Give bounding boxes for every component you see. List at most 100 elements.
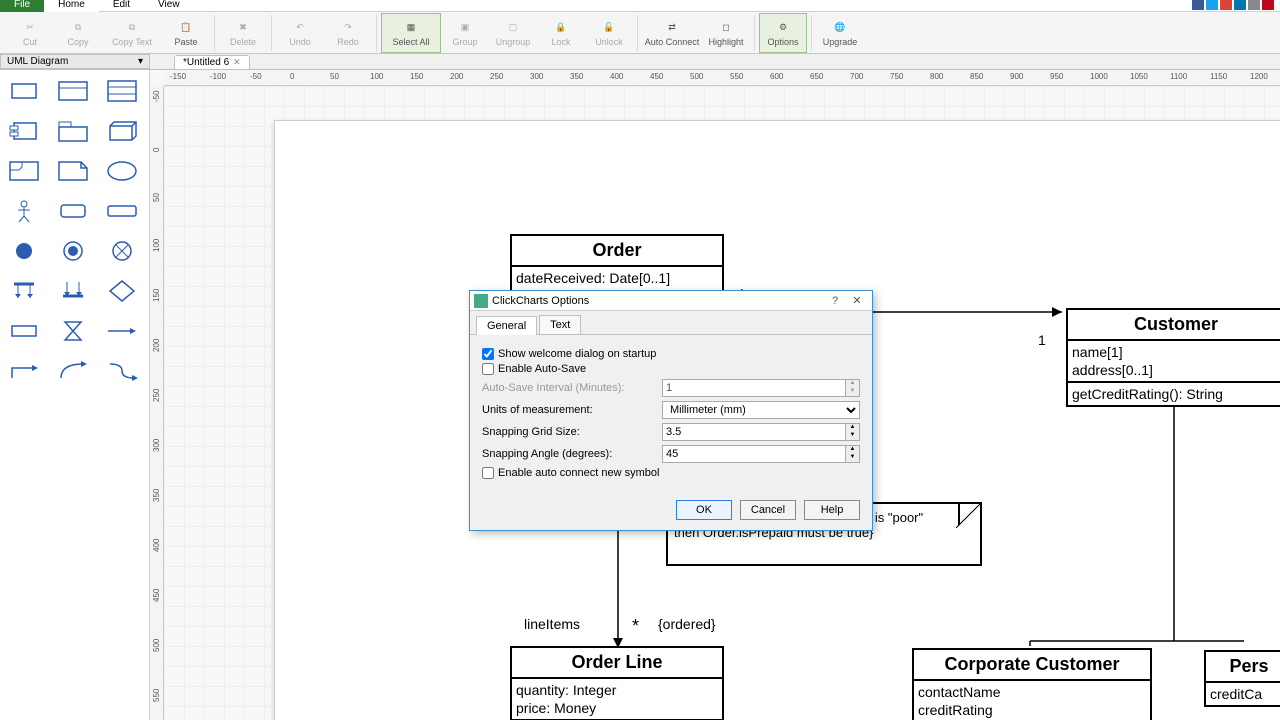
ribbon: ✂Cut ⧉Copy ⧉Copy Text 📋Paste ✖Delete ↶Un… — [0, 12, 1280, 54]
close-tab-icon[interactable]: ✕ — [233, 57, 241, 68]
uml-class-corporate[interactable]: Corporate Customer contactName creditRat… — [912, 648, 1152, 720]
ruler-vertical: -50050100150200250300350400450500550 — [150, 86, 164, 720]
highlight-button[interactable]: ◻Highlight — [702, 13, 750, 53]
copytext-icon: ⧉ — [123, 18, 141, 36]
shape-activity[interactable] — [4, 316, 44, 346]
document-tabs-row: UML Diagram ▾ *Untitled 6 ✕ — [0, 54, 1280, 70]
shape-component[interactable] — [4, 116, 44, 146]
multiplicity-one: 1 — [1038, 332, 1046, 348]
select-all-button[interactable]: ▦Select All — [381, 13, 441, 53]
help-icon[interactable]: ? — [824, 295, 846, 307]
upgrade-button[interactable]: 🌐Upgrade — [816, 13, 864, 53]
role-lineitems: lineItems — [524, 616, 580, 632]
copy-text-button[interactable]: ⧉Copy Text — [102, 13, 162, 53]
cut-icon: ✂ — [21, 18, 39, 36]
pinterest-icon[interactable] — [1262, 0, 1274, 10]
multiplicity-star2: * — [632, 616, 639, 637]
field-units: Units of measurement: Millimeter (mm) — [482, 401, 860, 419]
shape-rect-divided[interactable] — [53, 76, 93, 106]
upgrade-icon: 🌐 — [831, 18, 849, 36]
shape-join[interactable] — [53, 276, 93, 306]
field-grid: Snapping Grid Size: ▲▼ — [482, 423, 860, 441]
dialog-tabs: General Text — [470, 311, 872, 335]
shape-initial[interactable] — [4, 236, 44, 266]
menu-home[interactable]: Home — [44, 0, 99, 12]
check-autoconnect[interactable]: Enable auto connect new symbol — [482, 467, 860, 479]
auto-connect-button[interactable]: ⇄Auto Connect — [642, 13, 702, 53]
tab-general[interactable]: General — [476, 316, 537, 335]
grid-stepper[interactable]: ▲▼ — [846, 423, 860, 441]
shape-package[interactable] — [53, 116, 93, 146]
selectall-icon: ▦ — [402, 18, 420, 36]
dialog-titlebar[interactable]: ClickCharts Options ? ✕ — [470, 291, 872, 311]
shape-decision[interactable] — [102, 276, 142, 306]
shape-final[interactable] — [53, 236, 93, 266]
lock-button[interactable]: 🔒Lock — [537, 13, 585, 53]
shape-ellipse[interactable] — [102, 156, 142, 186]
group-button[interactable]: ▣Group — [441, 13, 489, 53]
redo-button[interactable]: ↷Redo — [324, 13, 372, 53]
units-select[interactable]: Millimeter (mm) — [662, 401, 860, 419]
shape-state-wide[interactable] — [102, 196, 142, 226]
ruler-horizontal: -150-100-5005010015020025030035040045050… — [164, 70, 1280, 86]
ungroup-button[interactable]: ▢Ungroup — [489, 13, 537, 53]
undo-icon: ↶ — [291, 18, 309, 36]
share-icon[interactable] — [1248, 0, 1260, 10]
unlock-button[interactable]: 🔓Unlock — [585, 13, 633, 53]
copy-button[interactable]: ⧉Copy — [54, 13, 102, 53]
shape-elbow-arrow[interactable] — [4, 356, 44, 386]
shapes-panel — [0, 70, 150, 720]
shape-rect-outline[interactable] — [4, 76, 44, 106]
shape-note[interactable] — [53, 156, 93, 186]
dialog-body: Show welcome dialog on startup Enable Au… — [470, 335, 872, 492]
shape-frame[interactable] — [4, 156, 44, 186]
options-button[interactable]: ⚙Options — [759, 13, 807, 53]
menu-edit[interactable]: Edit — [99, 0, 144, 12]
uml-class-orderline[interactable]: Order Line quantity: Integer price: Mone… — [510, 646, 724, 720]
delete-button[interactable]: ✖Delete — [219, 13, 267, 53]
shape-arrow[interactable] — [102, 316, 142, 346]
check-welcome[interactable]: Show welcome dialog on startup — [482, 348, 860, 360]
paste-icon: 📋 — [177, 18, 195, 36]
shape-node[interactable] — [102, 116, 142, 146]
check-autosave[interactable]: Enable Auto-Save — [482, 363, 860, 375]
shape-actor[interactable] — [4, 196, 44, 226]
uml-class-customer[interactable]: Customer name[1] address[0..1] getCredit… — [1066, 308, 1280, 407]
angle-input[interactable] — [662, 445, 846, 463]
close-icon[interactable]: ✕ — [846, 294, 868, 307]
shapes-panel-header[interactable]: UML Diagram ▾ — [0, 54, 150, 69]
redo-icon: ↷ — [339, 18, 357, 36]
cancel-button[interactable]: Cancel — [740, 500, 796, 520]
google-icon[interactable] — [1220, 0, 1232, 10]
paste-button[interactable]: 📋Paste — [162, 13, 210, 53]
shape-hourglass[interactable] — [53, 316, 93, 346]
shape-rect-3part[interactable] — [102, 76, 142, 106]
lock-icon: 🔒 — [552, 18, 570, 36]
help-button[interactable]: Help — [804, 500, 860, 520]
options-dialog: ClickCharts Options ? ✕ General Text Sho… — [469, 290, 873, 531]
document-tab[interactable]: *Untitled 6 ✕ — [174, 55, 250, 69]
menubar: File Home Edit View — [0, 0, 1280, 12]
shape-state[interactable] — [53, 196, 93, 226]
ok-button[interactable]: OK — [676, 500, 732, 520]
grid-input[interactable] — [662, 423, 846, 441]
tab-text[interactable]: Text — [539, 315, 581, 334]
delete-icon: ✖ — [234, 18, 252, 36]
cut-button[interactable]: ✂Cut — [6, 13, 54, 53]
angle-stepper[interactable]: ▲▼ — [846, 445, 860, 463]
constraint-ordered: {ordered} — [658, 616, 716, 632]
dialog-buttons: OK Cancel Help — [470, 492, 872, 530]
shape-terminate[interactable] — [102, 236, 142, 266]
dialog-title: ClickCharts Options — [492, 295, 824, 307]
uml-class-personal[interactable]: Pers creditCa — [1204, 650, 1280, 707]
shape-fork-down[interactable] — [4, 276, 44, 306]
menu-file[interactable]: File — [0, 0, 44, 12]
dropdown-icon: ▾ — [138, 56, 143, 67]
shape-s-arrow[interactable] — [102, 356, 142, 386]
menu-view[interactable]: View — [144, 0, 194, 12]
facebook-icon[interactable] — [1192, 0, 1204, 10]
shape-curve-arrow[interactable] — [53, 356, 93, 386]
undo-button[interactable]: ↶Undo — [276, 13, 324, 53]
linkedin-icon[interactable] — [1234, 0, 1246, 10]
twitter-icon[interactable] — [1206, 0, 1218, 10]
